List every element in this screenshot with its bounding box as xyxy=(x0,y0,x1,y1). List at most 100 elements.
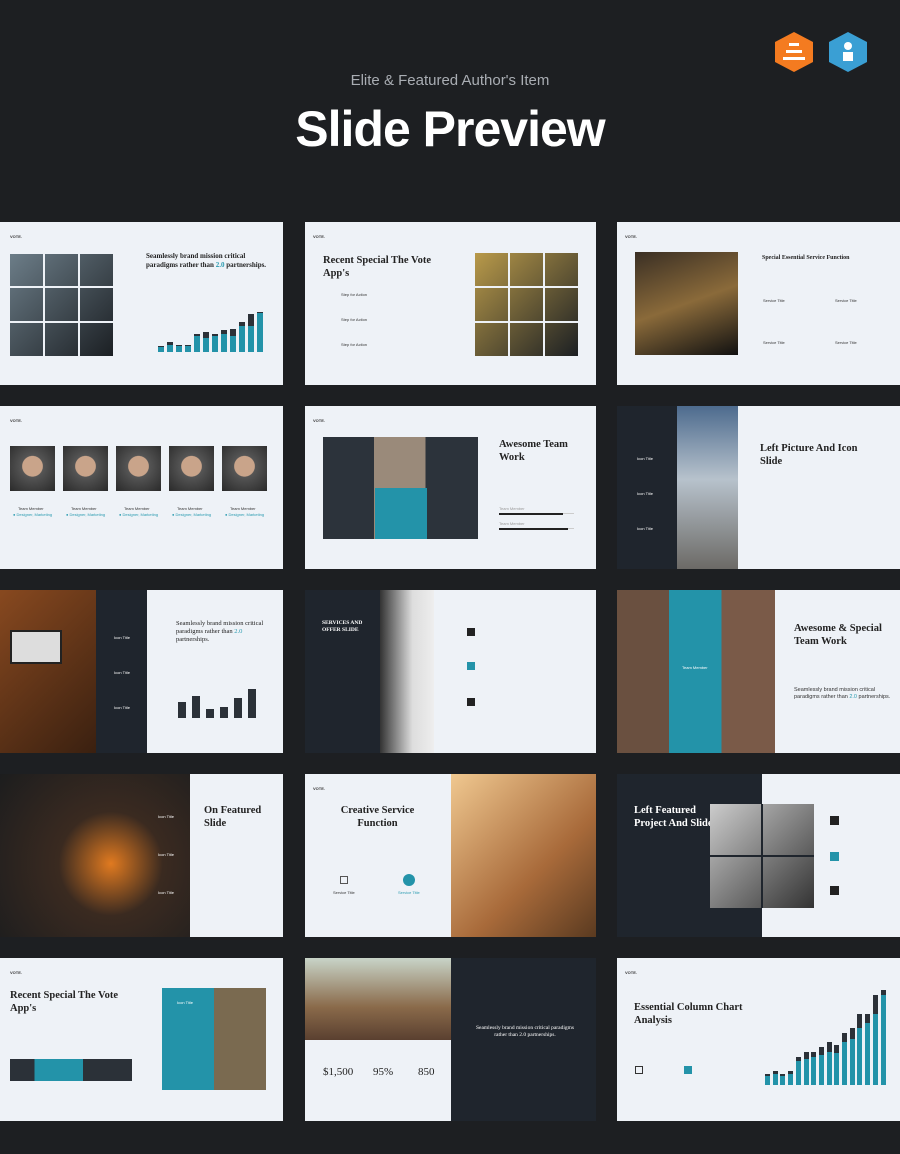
slide-14[interactable]: $1,500 95% 850 Seamlessly brand mission … xyxy=(305,958,596,1121)
chart-bar xyxy=(178,701,186,718)
progress-fill xyxy=(499,528,568,530)
list-item: Step for Action xyxy=(341,292,368,297)
chart-bar xyxy=(826,1042,832,1085)
stat-value: 850 xyxy=(418,1066,435,1078)
member-photo xyxy=(63,446,108,491)
slide-title: Recent Special The Vote App's xyxy=(323,255,432,279)
slide-7[interactable]: Icon Title Icon Title Icon Title Seamles… xyxy=(0,590,283,753)
member-label: Team Member xyxy=(682,665,708,670)
landscape-photo xyxy=(451,774,596,937)
member-photo xyxy=(222,446,267,491)
elite-author-icon xyxy=(775,32,813,72)
slide-title: Recent Special The Vote App's xyxy=(10,990,119,1014)
logo: VOTE. xyxy=(313,234,326,239)
member-role: ● Designer, Marketing xyxy=(66,512,106,517)
laptop-photo xyxy=(0,590,96,753)
slide-title: Left Picture And Icon Slide xyxy=(760,443,858,467)
slide-11[interactable]: VOTE. Creative Service Function Service … xyxy=(305,774,596,937)
slide-6[interactable]: Icon Title Icon Title Icon Title Left Pi… xyxy=(617,406,900,569)
slide-10[interactable]: Icon Title Icon Title Icon Title On Feat… xyxy=(0,774,283,937)
icon-title: Icon Title xyxy=(158,852,175,857)
member-photo xyxy=(169,446,214,491)
bar-chart xyxy=(178,682,268,718)
member-name: Team Member xyxy=(18,506,44,511)
member-name: Team Member xyxy=(124,506,150,511)
list-item: Step for Action xyxy=(341,342,368,347)
chart-bar xyxy=(185,344,191,352)
progress-fill xyxy=(499,513,563,515)
chart-bar xyxy=(849,1028,855,1085)
chart-bar xyxy=(158,346,164,352)
chart-bar xyxy=(872,994,878,1085)
chart-bar xyxy=(167,342,173,352)
icon-title: Icon Title xyxy=(158,814,175,819)
slide-15[interactable]: VOTE. Essential Column Chart Analysis xyxy=(617,958,900,1121)
page-title: Slide Preview xyxy=(295,101,605,157)
laptop-icon xyxy=(10,630,62,664)
chart-bar xyxy=(194,334,200,352)
chart-bar xyxy=(857,1013,863,1085)
column-chart xyxy=(765,990,890,1085)
service-title: Service Title xyxy=(398,890,420,895)
icon-title: Icon Title xyxy=(114,670,131,675)
chart-bar xyxy=(818,1047,824,1085)
chart-bar xyxy=(780,1073,786,1085)
building-photo xyxy=(677,406,738,569)
chart-bar xyxy=(788,1070,794,1085)
chart-bar xyxy=(220,707,228,718)
chart-bar xyxy=(239,322,245,352)
chart-bar xyxy=(248,314,254,352)
logo: VOTE. xyxy=(10,418,23,423)
logo: VOTE. xyxy=(625,970,638,975)
slide-3[interactable]: VOTE. Special Essential Service Function… xyxy=(617,222,900,385)
slide-8[interactable]: SERVICES AND OFFER SLIDE xyxy=(305,590,596,753)
service-title: Service Title xyxy=(763,340,785,345)
member-role: ● Designer, Marketing xyxy=(225,512,265,517)
slide-1[interactable]: VOTE. Seamlessly brand mission critical … xyxy=(0,222,283,385)
featured-author-icon xyxy=(829,32,867,72)
chart-bar xyxy=(803,1051,809,1085)
logo: VOTE. xyxy=(10,970,23,975)
slide-title: On Featured Slide xyxy=(204,805,262,829)
icon-title: Icon Title xyxy=(158,890,175,895)
chart-bar xyxy=(834,1045,840,1085)
logo: VOTE. xyxy=(10,234,23,239)
slide-4[interactable]: VOTE. Team Member ● Designer, Marketing … xyxy=(0,406,283,569)
chart-bar xyxy=(212,334,218,352)
slide-5[interactable]: VOTE. Awesome Team Work Team Member Team… xyxy=(305,406,596,569)
slide-2[interactable]: VOTE. Recent Special The Vote App's Step… xyxy=(305,222,596,385)
service-title: Service Title xyxy=(333,890,355,895)
icon-title: Icon Title xyxy=(637,526,654,531)
service-title: Service Title xyxy=(763,298,785,303)
slide-title: Awesome & Special Team Work xyxy=(794,623,882,647)
list-item: Step for Action xyxy=(341,317,368,322)
progress-strip xyxy=(10,1059,132,1081)
slide-title: Creative Service Function xyxy=(340,805,415,829)
chart-bar xyxy=(795,1056,801,1085)
chart-bar xyxy=(772,1070,778,1085)
icon-title: Icon Title xyxy=(114,635,131,640)
slide-title: Left Featured Project And Slide xyxy=(634,805,713,829)
slide-9[interactable]: Team Member Awesome & Special Team Work … xyxy=(617,590,900,753)
slide-title: Seamlessly brand mission critical paradi… xyxy=(176,620,264,643)
chart-bar xyxy=(203,332,209,352)
chart-bar xyxy=(248,689,256,718)
chart-bar xyxy=(221,330,227,352)
icon-title: Icon Title xyxy=(637,456,654,461)
chart-bar xyxy=(176,344,182,352)
icon-title: Icon Title xyxy=(114,705,131,710)
member-name: Team Member xyxy=(230,506,256,511)
member-role: ● Designer, Marketing xyxy=(119,512,159,517)
photo-grid xyxy=(475,252,579,356)
progress-label: Team Member xyxy=(499,506,525,511)
jump-photo xyxy=(305,958,451,1040)
escalator-photo xyxy=(635,252,738,355)
member-photo xyxy=(116,446,161,491)
chart-bar xyxy=(865,1013,871,1085)
slide-13[interactable]: VOTE. Recent Special The Vote App's Icon… xyxy=(0,958,283,1121)
icon-sidebar xyxy=(617,406,677,569)
member-name: Team Member xyxy=(71,506,97,511)
slide-12[interactable]: Left Featured Project And Slide xyxy=(617,774,900,937)
stat-value: 95% xyxy=(373,1066,394,1078)
icon-title: Icon Title xyxy=(637,491,654,496)
